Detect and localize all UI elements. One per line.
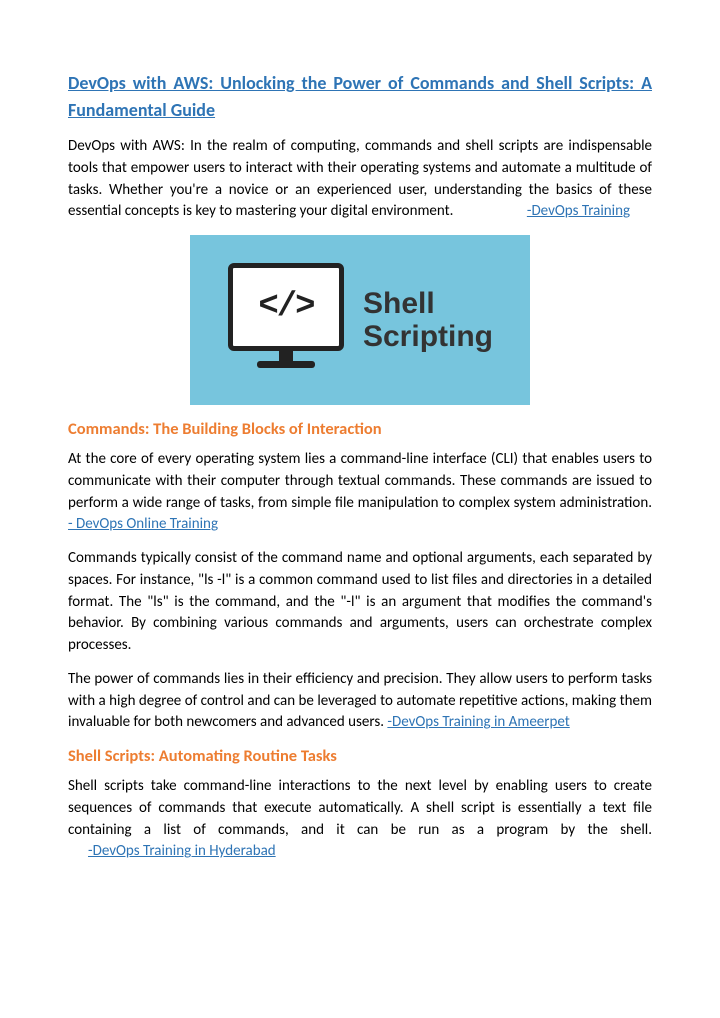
- shell-scripting-graphic: </> Shell Scripting: [190, 235, 530, 405]
- devops-online-training-link[interactable]: - DevOps Online Training: [68, 515, 218, 533]
- devops-ameerpet-link[interactable]: -DevOps Training in Ameerpet: [387, 713, 569, 731]
- shell-scripting-text: Shell Scripting: [363, 287, 493, 353]
- section1-para1: At the core of every operating system li…: [68, 449, 652, 536]
- devops-hyderabad-link[interactable]: -DevOps Training in Hyderabad: [88, 841, 276, 863]
- section1-heading: Commands: The Building Blocks of Interac…: [68, 419, 652, 439]
- section2-para1-text: Shell scripts take command-line interact…: [68, 777, 652, 839]
- shell-text-line2: Scripting: [363, 320, 493, 353]
- page-title-link[interactable]: DevOps with AWS: Unlocking the Power of …: [68, 70, 652, 124]
- monitor-stand: [279, 351, 293, 361]
- section1-para3: The power of commands lies in their effi…: [68, 669, 652, 734]
- monitor-screen: </>: [228, 263, 344, 351]
- monitor-icon: </>: [227, 263, 345, 378]
- section1-para2: Commands typically consist of the comman…: [68, 548, 652, 657]
- shell-text-line1: Shell: [363, 287, 493, 320]
- section2-heading: Shell Scripts: Automating Routine Tasks: [68, 746, 652, 766]
- section1-para1-text: At the core of every operating system li…: [68, 450, 652, 512]
- section2-para1: Shell scripts take command-line interact…: [68, 776, 652, 863]
- devops-training-link[interactable]: -DevOps Training: [527, 201, 630, 223]
- intro-paragraph: DevOps with AWS: In the realm of computi…: [68, 136, 652, 223]
- hero-image: </> Shell Scripting: [68, 235, 652, 405]
- monitor-base: [257, 361, 315, 368]
